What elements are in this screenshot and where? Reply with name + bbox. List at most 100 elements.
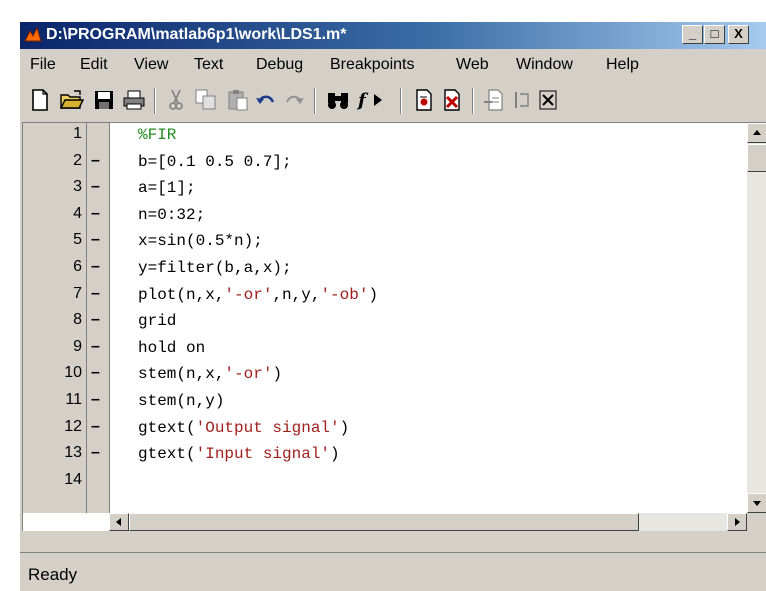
toolbar: f [20, 82, 766, 120]
line-number: 2 [73, 151, 82, 169]
code-token: plot(n,x, [138, 285, 225, 304]
line-number: 1 [73, 125, 82, 142]
toolbar-separator [472, 88, 474, 114]
line-number: 11 [65, 391, 82, 408]
function-icon[interactable]: f [356, 88, 386, 112]
code-line[interactable]: y=filter(b,a,x); [138, 259, 292, 277]
code-line[interactable]: hold on [138, 339, 205, 357]
cut-icon[interactable] [164, 88, 188, 112]
executable-line-marker[interactable]: – [91, 391, 100, 409]
svg-text:f: f [356, 90, 369, 111]
executable-line-marker[interactable]: – [91, 444, 100, 462]
status-bar: Ready [20, 552, 766, 591]
step-in-icon[interactable] [482, 88, 506, 112]
menu-edit[interactable]: Edit [80, 56, 108, 74]
code-line[interactable]: stem(n,x,'-or') [138, 365, 282, 383]
executable-line-marker[interactable]: – [91, 178, 100, 196]
scroll-right-button[interactable] [727, 513, 747, 531]
new-file-icon[interactable] [28, 88, 52, 112]
menu-debug[interactable]: Debug [256, 56, 303, 74]
line-number: 3 [73, 178, 82, 196]
string-literal: '-or' [224, 285, 273, 304]
executable-line-marker[interactable]: – [91, 285, 100, 303]
status-text: Ready [28, 565, 78, 584]
line-number: 4 [73, 204, 82, 222]
horizontal-scroll-thumb[interactable] [129, 513, 639, 531]
close-button[interactable]: X [728, 25, 749, 44]
copy-icon[interactable] [194, 88, 218, 112]
executable-line-marker[interactable]: – [91, 152, 100, 170]
code-token: ) [272, 365, 283, 384]
set-breakpoint-icon[interactable] [412, 88, 436, 112]
code-line[interactable]: gtext('Input signal') [138, 445, 340, 463]
toolbar-separator [400, 88, 402, 114]
executable-line-marker[interactable]: – [91, 205, 100, 223]
line-number: 8 [73, 311, 82, 329]
code-token: ,n,y, [272, 285, 321, 304]
scroll-left-button[interactable] [109, 513, 129, 531]
menu-breakpoints[interactable]: Breakpoints [330, 56, 415, 74]
string-literal: 'Input signal' [195, 445, 331, 464]
code-line[interactable]: gtext('Output signal') [138, 419, 349, 437]
string-literal: '-ob' [320, 285, 369, 304]
executable-line-marker[interactable]: – [91, 418, 100, 436]
line-number: 5 [73, 231, 82, 249]
menu-help[interactable]: Help [606, 56, 639, 74]
vertical-scroll-thumb[interactable] [747, 144, 766, 172]
code-token: ) [330, 445, 340, 464]
comment-text: %FIR [138, 126, 177, 144]
code-line[interactable]: plot(n,x,'-or',n,y,'-ob') [138, 286, 378, 304]
code-token: stem(n,y) [138, 392, 225, 410]
code-editor[interactable]: 1 %FIR 2– b=[0.1 0.5 0.7]; 3– a=[1]; 4– n=0:32;… [22, 122, 766, 531]
line-number: 7 [73, 284, 82, 302]
executable-line-marker[interactable]: – [91, 258, 100, 276]
code-line[interactable]: x=sin(0.5*n); [138, 232, 263, 250]
paste-icon[interactable] [226, 88, 250, 112]
close-document-icon[interactable] [538, 88, 558, 112]
string-literal: 'Output signal' [195, 418, 340, 437]
executable-line-marker[interactable]: – [91, 231, 100, 249]
undo-icon[interactable] [254, 88, 278, 112]
save-icon[interactable] [92, 88, 116, 112]
line-number: 12 [64, 417, 82, 435]
executable-line-marker[interactable]: – [91, 364, 100, 382]
line-number: 10 [64, 364, 82, 382]
code-token: stem(n,x, [138, 365, 225, 384]
code-line[interactable]: b=[0.1 0.5 0.7]; [138, 153, 292, 171]
vertical-scrollbar[interactable] [747, 123, 766, 513]
step-out-icon[interactable] [510, 88, 534, 112]
scroll-down-button[interactable] [747, 493, 766, 513]
code-line[interactable]: n=0:32; [138, 206, 205, 224]
code-token: grid [138, 312, 177, 331]
code-line[interactable]: grid [138, 312, 176, 330]
title-bar[interactable]: D:\PROGRAM\matlab6p1\work\LDS1.m* _ □ X [20, 22, 766, 49]
executable-line-marker[interactable]: – [91, 338, 100, 356]
executable-line-marker[interactable]: – [91, 311, 100, 329]
line-number: 14 [64, 470, 82, 488]
redo-icon[interactable] [282, 88, 306, 112]
clear-breakpoint-icon[interactable] [440, 88, 464, 112]
matlab-editor-window: D:\PROGRAM\matlab6p1\work\LDS1.m* _ □ X … [20, 22, 766, 591]
scroll-up-button[interactable] [747, 123, 766, 143]
menu-web[interactable]: Web [456, 56, 489, 74]
toolbar-separator [154, 88, 156, 114]
code-line[interactable]: a=[1]; [138, 179, 196, 197]
print-icon[interactable] [122, 88, 146, 112]
menu-file[interactable]: File [30, 56, 56, 74]
code-line[interactable]: %FIR [138, 126, 176, 144]
menu-view[interactable]: View [134, 56, 168, 74]
horizontal-scrollbar[interactable] [109, 513, 747, 531]
line-number: 13 [64, 444, 82, 462]
code-token: hold on [138, 338, 206, 357]
code-token: y=filter(b,a,x); [138, 259, 292, 277]
menu-text[interactable]: Text [194, 56, 223, 74]
find-binoculars-icon[interactable] [326, 88, 350, 112]
code-line[interactable]: stem(n,y) [138, 392, 224, 410]
maximize-button[interactable]: □ [704, 25, 725, 44]
minimize-button[interactable]: _ [682, 25, 703, 44]
scrollbar-corner [747, 513, 766, 531]
open-folder-icon[interactable] [60, 88, 84, 112]
line-number: 6 [73, 258, 82, 275]
menu-window[interactable]: Window [516, 56, 573, 74]
code-token: gtext( [138, 445, 196, 464]
